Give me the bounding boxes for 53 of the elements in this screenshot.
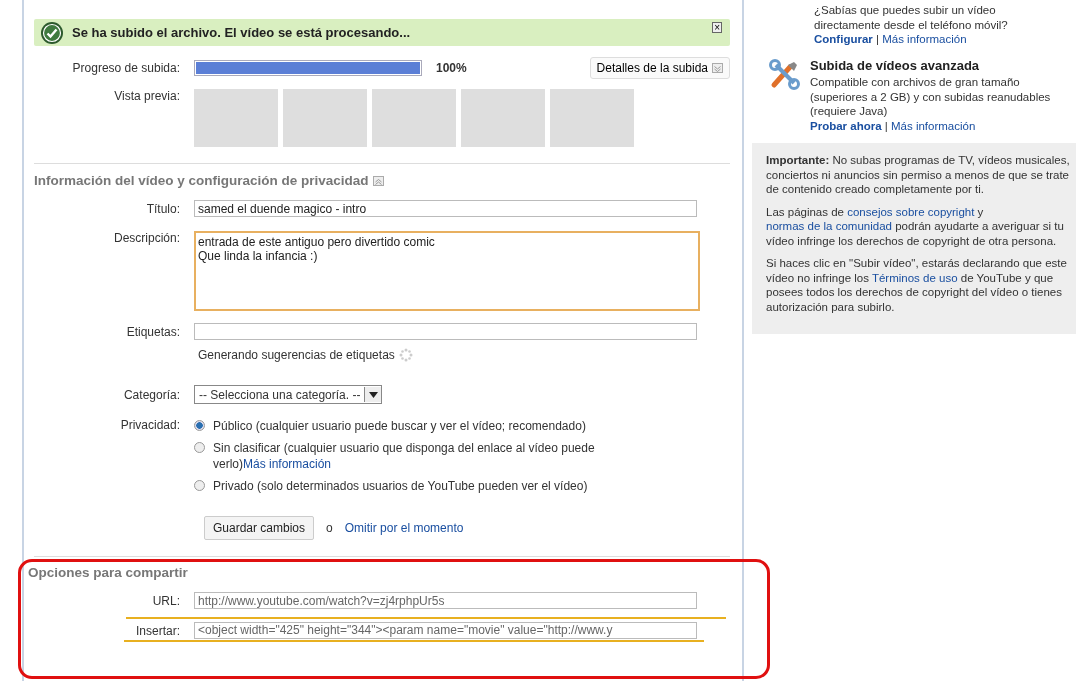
field-label: Título: — [145, 201, 181, 216]
radio-button[interactable] — [194, 442, 205, 453]
privacy-option-label: Público (cualquier usuario puede buscar y ver el vídeo; recomendado) — [213, 418, 586, 434]
field-label: URL: — [151, 593, 181, 608]
link-separator: | — [884, 119, 888, 132]
save-changes-button[interactable]: Guardar cambios — [204, 516, 315, 540]
field-label: Insertar: — [135, 623, 181, 638]
tags-input[interactable] — [194, 323, 697, 340]
skip-link[interactable]: Omitir por el momento — [344, 521, 464, 535]
description-textarea[interactable]: entrada de este antiguo pero divertido comic Que linda la infancia :) — [194, 231, 700, 311]
more-info-link[interactable]: Más información — [882, 33, 967, 45]
or-text: o — [326, 521, 333, 535]
copyright-tips-link[interactable]: consejos sobre copyright — [847, 205, 975, 218]
tools-icon — [768, 58, 800, 91]
configure-link[interactable]: Configurar — [814, 33, 873, 45]
category-dropdown[interactable]: -- Selecciona una categoría. -- — [194, 385, 383, 404]
field-label: Etiquetas: — [125, 324, 181, 339]
embed-code-field[interactable]: <object width="425" height="344"><param name="movie" value="http://www.y — [194, 622, 697, 639]
terms-of-use-link[interactable]: Términos de uso — [871, 271, 958, 284]
privacy-option-label: Sin clasificar (cualquier usuario que disponga del enlace al vídeo puede verlo)Más información — [213, 440, 596, 472]
field-label: Privacidad: — [119, 418, 181, 432]
collapse-icon[interactable] — [372, 175, 384, 186]
loading-spinner-icon — [398, 348, 413, 362]
more-info-link[interactable]: Más información — [891, 119, 976, 132]
more-info-link[interactable]: Más información — [243, 457, 332, 471]
banner-message: Se ha subido el archivo. El vídeo se está procesando... — [72, 25, 411, 40]
field-label: Progreso de subida: — [71, 61, 181, 75]
title-input[interactable]: samed el duende magico - intro — [194, 200, 697, 217]
privacy-option-label: Privado (solo determinados usuarios de YouTube pueden ver el vídeo) — [213, 478, 588, 494]
upload-details-button[interactable]: Detalles de la subida — [589, 57, 730, 79]
field-label: Vista previa: — [113, 89, 181, 103]
field-label: Descripción: — [112, 231, 181, 245]
notice-paragraph: Importante: No subas programas de TV, vídeos musicales, conciertos ni anuncios sin permiso a menos de que se trate de contenido creado completamente por ti. — [766, 153, 1070, 197]
radio-button[interactable] — [194, 480, 205, 491]
mobile-upload-text: ¿Sabías que puedes subir un vídeo directamente desde el teléfono móvil? — [814, 3, 1009, 32]
close-button[interactable]: × — [712, 22, 722, 33]
checkmark-icon — [40, 20, 64, 45]
section-title: Opciones para compartir — [28, 565, 189, 580]
field-label: Categoría: — [122, 387, 181, 402]
url-field[interactable]: http://www.youtube.com/watch?v=zj4rphpUr5s — [194, 592, 697, 609]
tag-suggestions-status: Generando sugerencias de etiquetas — [198, 348, 395, 362]
notice-paragraph: Las páginas de consejos sobre copyright y normas de la comunidad podrán ayudarte a averiguar si tu vídeo infringe los derechos de copyright de otra persona. — [766, 204, 1065, 248]
advanced-upload-description: Compatible con archivos de gran tamaño (superiores a 2 GB) y con subidas reanudables (requiere Java) — [810, 75, 1052, 119]
community-guidelines-link[interactable]: normas de la comunidad — [766, 220, 892, 232]
progress-percent: 100% — [436, 61, 468, 75]
expand-icon — [712, 63, 723, 73]
section-title: Información del vídeo y configuración de privacidad — [34, 173, 369, 188]
notice-paragraph: Si haces clic en "Subir vídeo", estarás declarando que este vídeo no infringe los Términos de uso de YouTube y que posees todos los derechos de copyright del vídeo o tienes autorización para subirlo. — [766, 256, 1068, 314]
radio-button[interactable] — [194, 420, 205, 431]
try-now-link[interactable]: Probar ahora — [810, 119, 882, 132]
caret-icon — [368, 391, 378, 398]
link-separator: | — [876, 33, 879, 45]
advanced-upload-title: Subida de vídeos avanzada — [810, 58, 981, 73]
